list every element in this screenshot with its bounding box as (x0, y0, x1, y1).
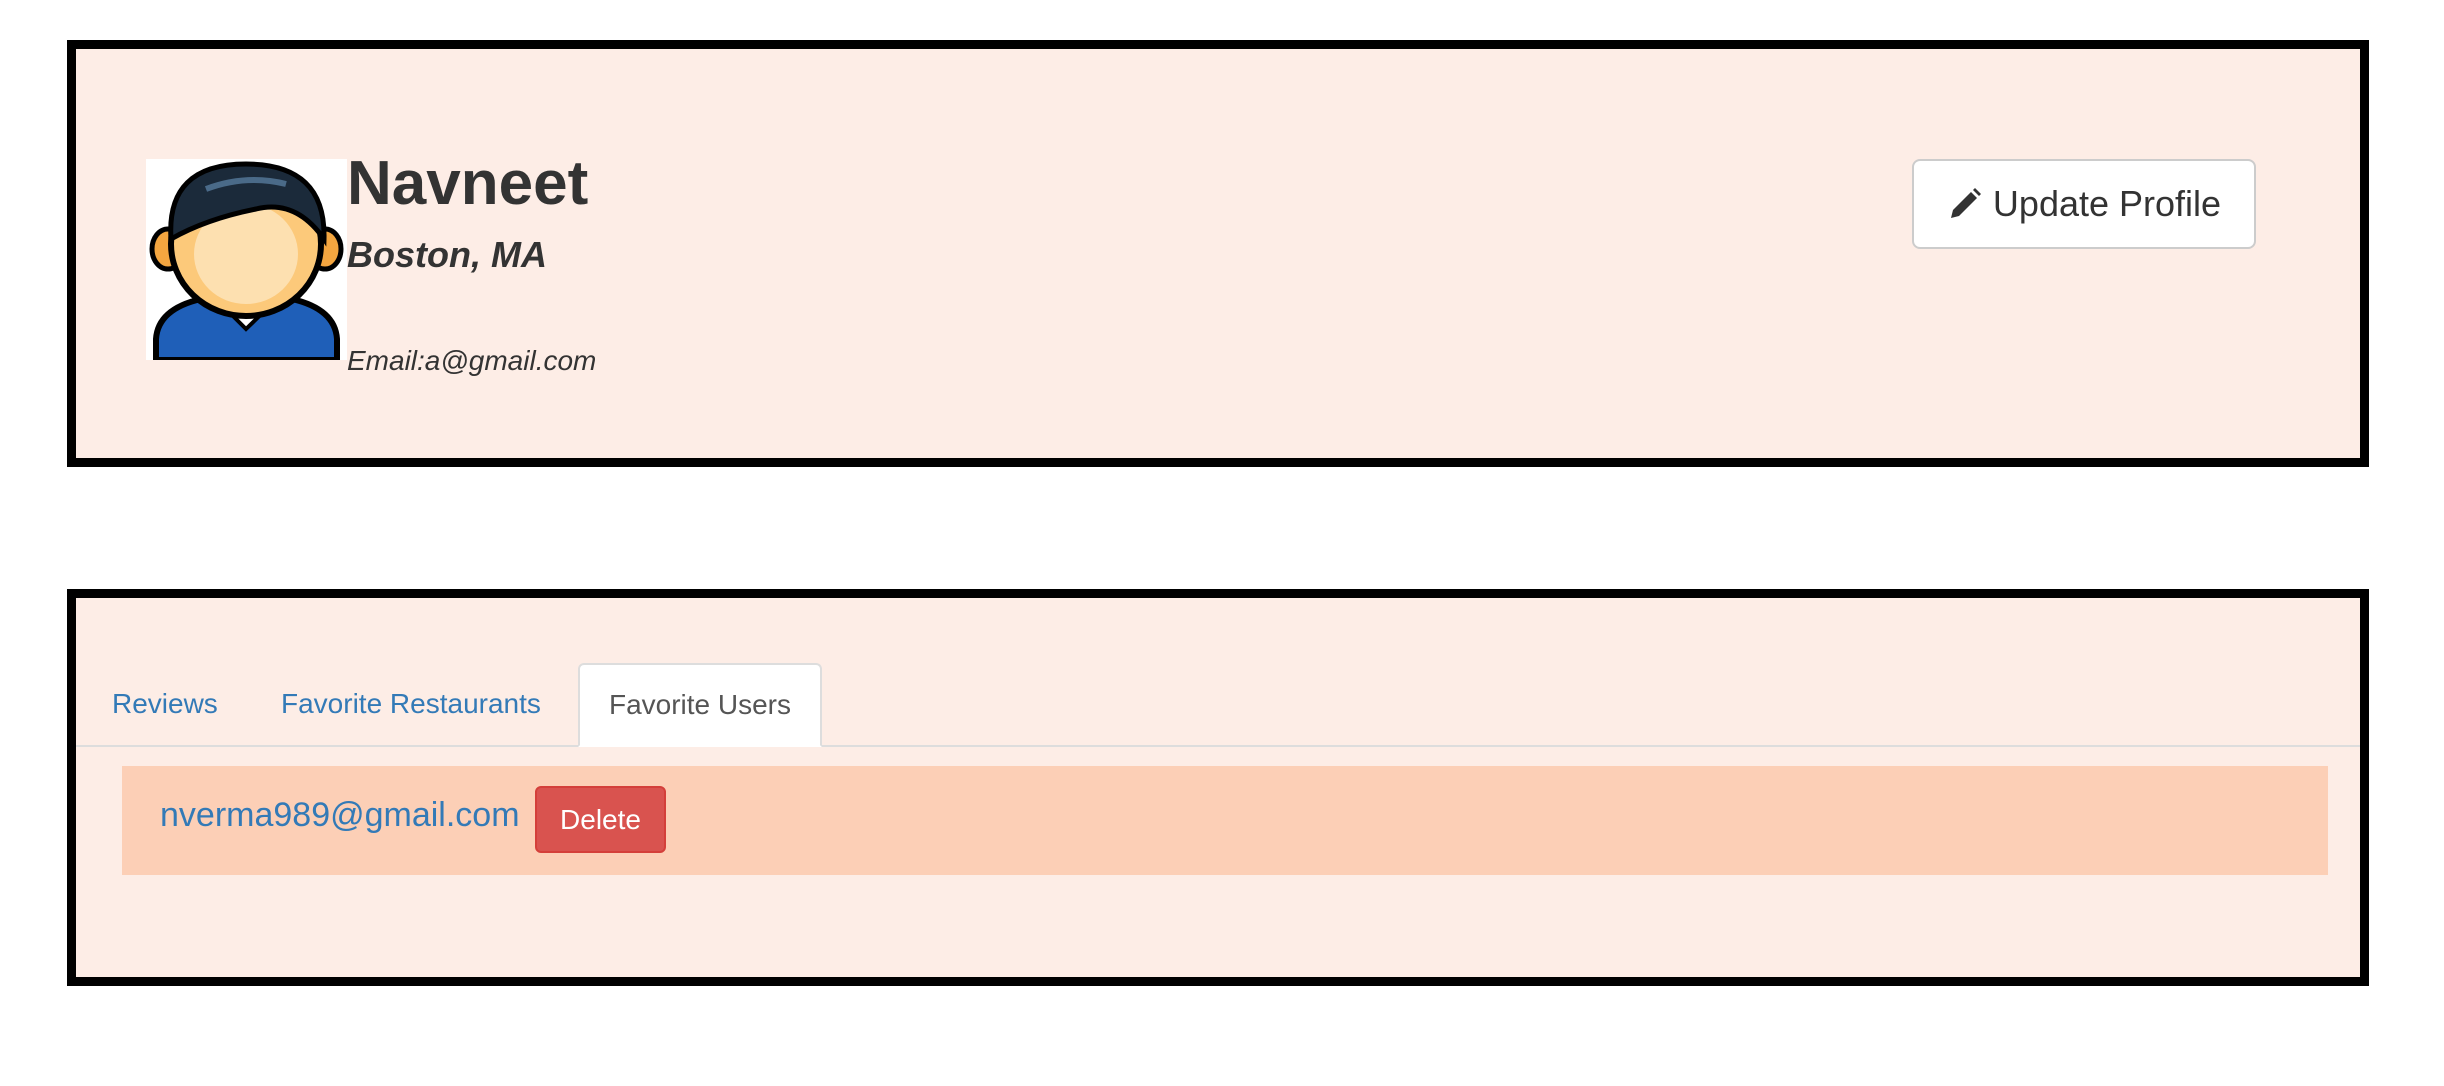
tab-reviews[interactable]: Reviews (102, 663, 228, 745)
tab-favorite-restaurants[interactable]: Favorite Restaurants (271, 663, 551, 745)
favorite-user-email-link[interactable]: nverma989@gmail.com (160, 798, 520, 832)
profile-panel: Navneet Boston, MA Email:a@gmail.com Upd… (67, 40, 2369, 467)
user-avatar-icon (146, 159, 347, 360)
profile-name: Navneet (347, 149, 589, 218)
tabs-panel: Reviews Favorite Restaurants Favorite Us… (67, 589, 2369, 986)
pencil-icon (1947, 186, 1983, 222)
tab-bar: Reviews Favorite Restaurants Favorite Us… (76, 663, 2360, 747)
delete-button[interactable]: Delete (535, 786, 666, 853)
profile-email: Email:a@gmail.com (347, 345, 597, 376)
update-profile-label: Update Profile (1992, 183, 2222, 224)
update-profile-button[interactable]: Update Profile (1912, 159, 2256, 249)
profile-location: Boston, MA (347, 234, 547, 275)
tab-favorite-users[interactable]: Favorite Users (578, 663, 822, 747)
list-item: nverma989@gmail.com Delete (122, 766, 2328, 875)
